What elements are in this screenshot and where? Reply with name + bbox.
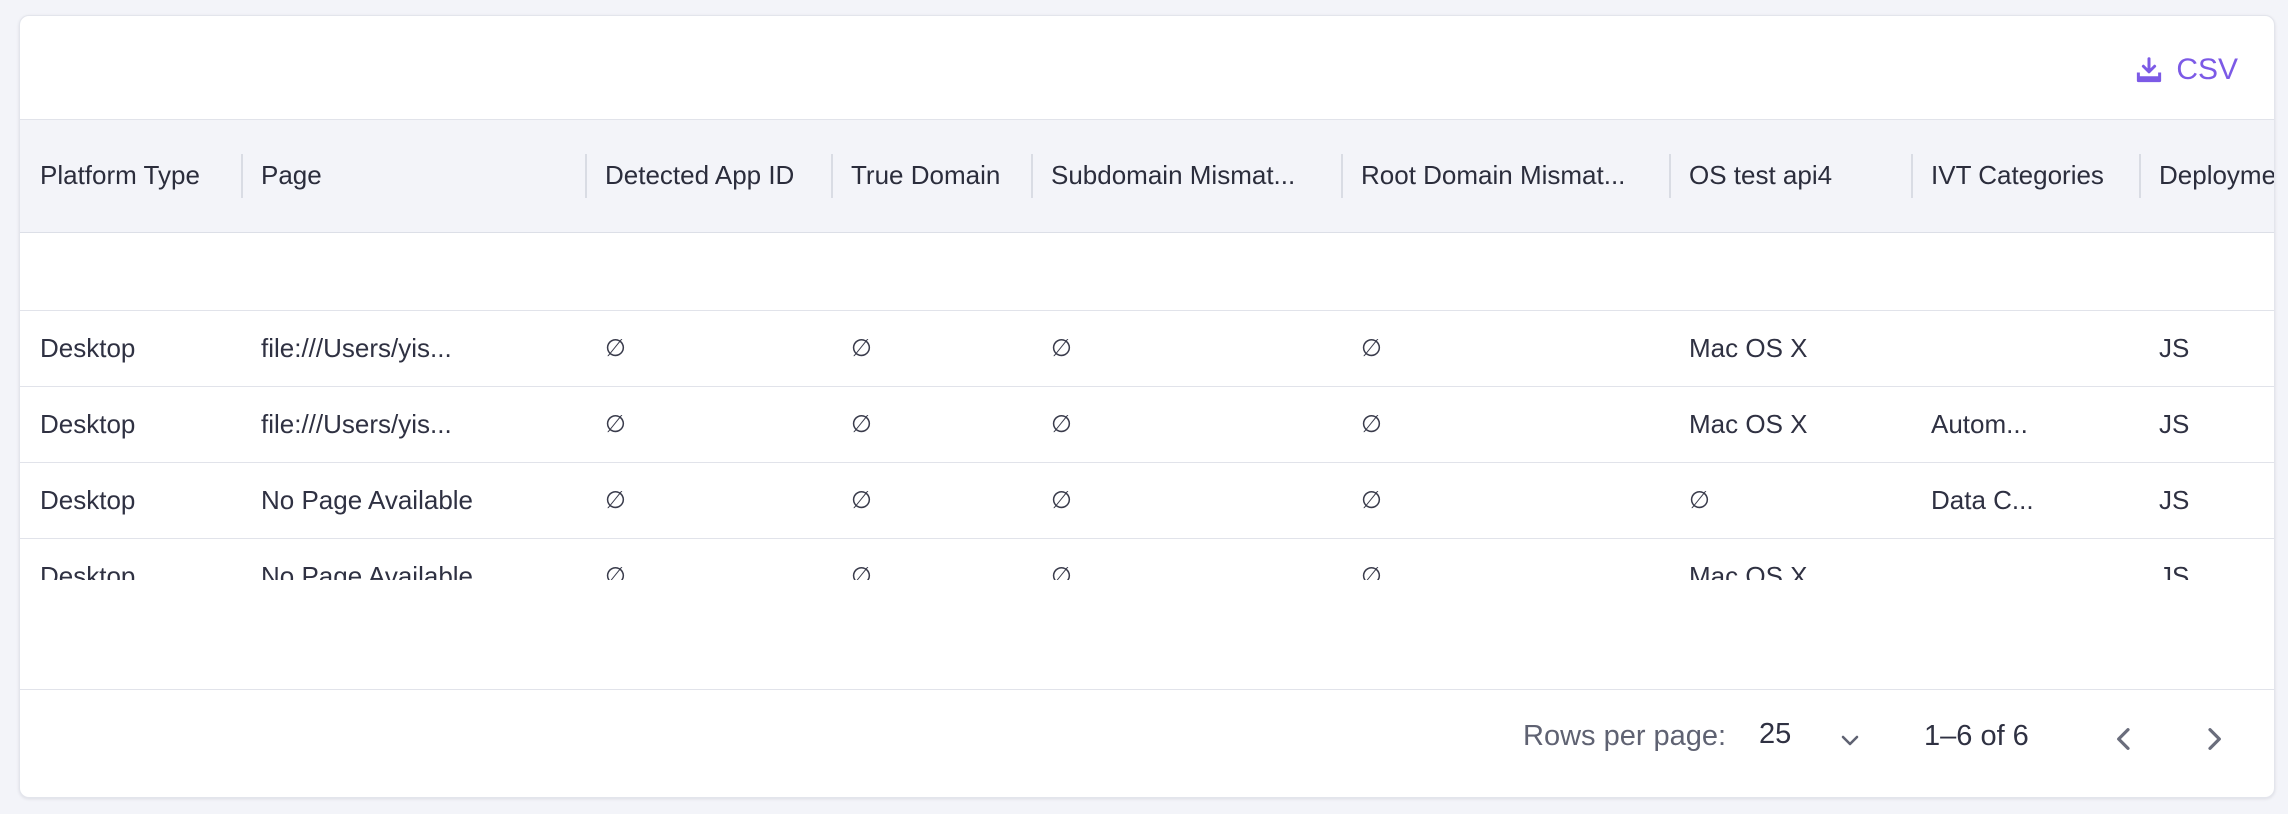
table-cell-os-test-api4: Mac OS X	[1689, 332, 1808, 363]
table-pagination: Rows per page: 25 1–6 of 6	[20, 689, 2274, 796]
table-cell-detected-app-id: ∅	[605, 562, 626, 581]
table-cell-page: file:///Users/yis...	[261, 408, 452, 439]
chevron-left-icon[interactable]	[2108, 723, 2140, 755]
table-cell-platform-type: Desktop	[40, 408, 136, 439]
column-resize-handle[interactable]	[1341, 154, 1343, 198]
column-header-platform-type[interactable]: Platform Type	[20, 120, 241, 233]
column-header-label: IVT Categories	[1931, 160, 2104, 191]
table-row[interactable]: Desktop file:///Users/yis... ∅ ∅ ∅ ∅ Mac OS X J…	[20, 310, 2274, 386]
table-row[interactable]: Desktop file:///Users/yis... ∅ ∅ ∅ ∅ Mac OS X A…	[20, 386, 2274, 462]
column-resize-handle[interactable]	[1031, 154, 1033, 198]
column-resize-handle[interactable]	[585, 154, 587, 198]
table-cell-page: file:///Users/yis...	[261, 332, 452, 363]
table-cell-deployment: JS	[2159, 484, 2190, 515]
table-cell-subdomain-mismatch: ∅	[1051, 562, 1072, 581]
rows-per-page-label: Rows per page:	[1523, 720, 1727, 752]
rows-per-page-select[interactable]: 25	[1759, 718, 1791, 751]
column-header-label: Detected App ID	[605, 160, 795, 191]
column-resize-handle[interactable]	[1669, 154, 1671, 198]
column-header-ivt-categories[interactable]: IVT Categories	[1911, 120, 2139, 233]
table-header-row: Platform Type Page Detected App ID True Dom…	[20, 120, 2274, 233]
table-cell-deployment: JS	[2159, 408, 2190, 439]
table-cell-ivt-categories: Data C...	[1931, 484, 2034, 515]
column-header-deployment[interactable]: Deployme	[2139, 120, 2274, 233]
column-header-label: Root Domain Mismat...	[1361, 160, 1626, 191]
table-cell-platform-type: Desktop	[40, 484, 136, 515]
column-header-page[interactable]: Page	[241, 120, 585, 233]
csv-label: CSV	[2176, 53, 2238, 86]
table-cell-ivt-categories	[1911, 310, 2139, 386]
table-cell-ivt-categories	[1911, 538, 2139, 580]
table-cell-subdomain-mismatch: ∅	[1051, 334, 1072, 362]
table-cell-true-domain: ∅	[851, 410, 872, 438]
column-header-label: Platform Type	[40, 160, 200, 191]
column-header-label: Page	[261, 160, 322, 191]
chevron-right-icon[interactable]	[2198, 723, 2230, 755]
column-header-subdomain-mismatch[interactable]: Subdomain Mismat...	[1031, 120, 1341, 233]
table-cell-platform-type: Desktop	[40, 332, 136, 363]
chevron-down-icon[interactable]	[1838, 728, 1862, 752]
table-cell-os-test-api4: ∅	[1689, 486, 1710, 514]
csv-export-button[interactable]: CSV	[2134, 50, 2238, 90]
table-cell-root-domain-mismatch: ∅	[1361, 486, 1382, 514]
table-cell-os-test-api4: Mac OS X	[1689, 560, 1808, 581]
column-header-label: True Domain	[851, 160, 1001, 191]
table-cell-page: No Page Available	[261, 484, 474, 515]
table-cell-root-domain-mismatch: ∅	[1361, 334, 1382, 362]
table-cell-platform-type: Desktop	[40, 560, 136, 581]
table-cell-subdomain-mismatch: ∅	[1051, 486, 1072, 514]
column-resize-handle[interactable]	[1911, 154, 1913, 198]
data-table-card: CSV Platform Type Page Detected App ID True…	[19, 15, 2275, 798]
data-table: Platform Type Page Detected App ID True Dom…	[20, 120, 2274, 580]
table-cell-detected-app-id: ∅	[605, 334, 626, 362]
column-header-os-test-api4[interactable]: OS test api4	[1669, 120, 1911, 233]
column-header-true-domain[interactable]: True Domain	[831, 120, 1031, 233]
table-cell-root-domain-mismatch: ∅	[1361, 410, 1382, 438]
table-cell-ivt-categories: Autom...	[1931, 408, 2028, 439]
download-icon	[2137, 57, 2162, 83]
column-header-root-domain-mismatch[interactable]: Root Domain Mismat...	[1341, 120, 1669, 233]
column-header-label: Deployme	[2159, 160, 2274, 191]
table-toolbar: CSV	[20, 16, 2274, 120]
column-header-label: OS test api4	[1689, 160, 1833, 191]
table-cell-deployment: JS	[2159, 560, 2190, 581]
table-row-empty	[20, 232, 2274, 310]
column-resize-handle[interactable]	[241, 154, 243, 198]
table-cell-true-domain: ∅	[851, 486, 872, 514]
table-cell-page: No Page Available	[261, 560, 474, 581]
table-cell-detected-app-id: ∅	[605, 486, 626, 514]
table-cell-detected-app-id: ∅	[605, 410, 626, 438]
table-cell-deployment: JS	[2159, 332, 2190, 363]
table-row[interactable]: Desktop No Page Available ∅ ∅ ∅ ∅ ∅ Data C... JS	[20, 462, 2274, 538]
table-row[interactable]: Desktop No Page Available ∅ ∅ ∅ ∅ Mac OS X JS	[20, 538, 2274, 581]
table-cell-true-domain: ∅	[851, 562, 872, 581]
table-cell-root-domain-mismatch: ∅	[1361, 562, 1382, 581]
table-cell-true-domain: ∅	[851, 334, 872, 362]
column-header-detected-app-id[interactable]: Detected App ID	[585, 120, 831, 233]
column-resize-handle[interactable]	[831, 154, 833, 198]
table-scroll-area[interactable]: Platform Type Page Detected App ID True Dom…	[20, 120, 2274, 580]
table-cell-subdomain-mismatch: ∅	[1051, 410, 1072, 438]
column-resize-handle[interactable]	[2139, 154, 2141, 198]
column-header-label: Subdomain Mismat...	[1051, 160, 1296, 191]
table-cell-os-test-api4: Mac OS X	[1689, 408, 1808, 439]
page-range-text: 1–6 of 6	[1924, 720, 2029, 752]
